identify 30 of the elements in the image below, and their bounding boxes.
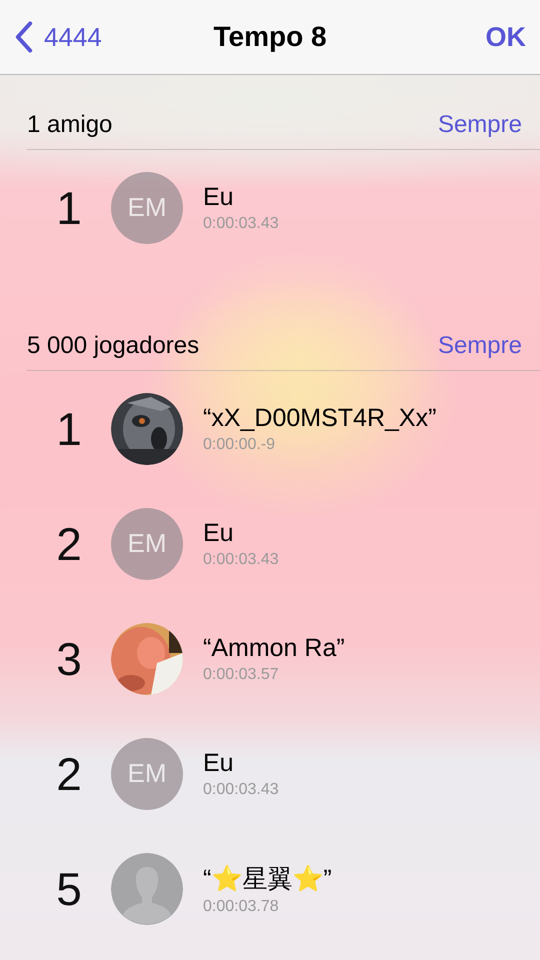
rank-number: 5 — [55, 862, 83, 916]
avatar-initials: EM — [111, 738, 183, 810]
rank-number: 2 — [55, 746, 83, 800]
section-header: 1 amigo — [27, 111, 112, 139]
filter-link[interactable]: Sempre — [438, 332, 522, 360]
player-time: 0:00:03.57 — [203, 666, 280, 684]
chevron-left-icon — [14, 21, 34, 53]
rank-number: 1 — [55, 402, 83, 456]
player-name: Eu — [203, 182, 235, 212]
avatar-initials: EM — [111, 172, 183, 244]
player-name: “Ammon Ra” — [203, 634, 345, 662]
player-time: 0:00:03.43 — [203, 780, 279, 798]
player-name: Eu — [203, 518, 235, 548]
avatar-initials: EM — [111, 508, 183, 580]
rank-number: 2 — [55, 516, 83, 570]
person-silhouette-icon — [111, 852, 183, 924]
back-button[interactable]: 4444 — [14, 21, 102, 53]
player-time: 0:00:03.43 — [203, 214, 279, 232]
player-name: “⭐星翼⭐” — [203, 864, 332, 894]
player-time: 0:00:03.43 — [203, 550, 279, 568]
player-name: Eu — [203, 748, 235, 778]
ok-button[interactable]: OK — [486, 22, 526, 52]
section-header: 5 000 jogadores — [27, 332, 200, 360]
player-time: 0:00:00.-9 — [203, 436, 276, 454]
rank-number: 3 — [55, 632, 83, 686]
player-name: “xX_D00MST4R_Xx” — [203, 404, 436, 432]
player-time: 0:00:03.78 — [203, 898, 280, 916]
rank-number: 1 — [55, 180, 83, 234]
screen-title: Tempo 8 — [213, 21, 327, 53]
filter-link[interactable]: Sempre — [438, 111, 522, 139]
